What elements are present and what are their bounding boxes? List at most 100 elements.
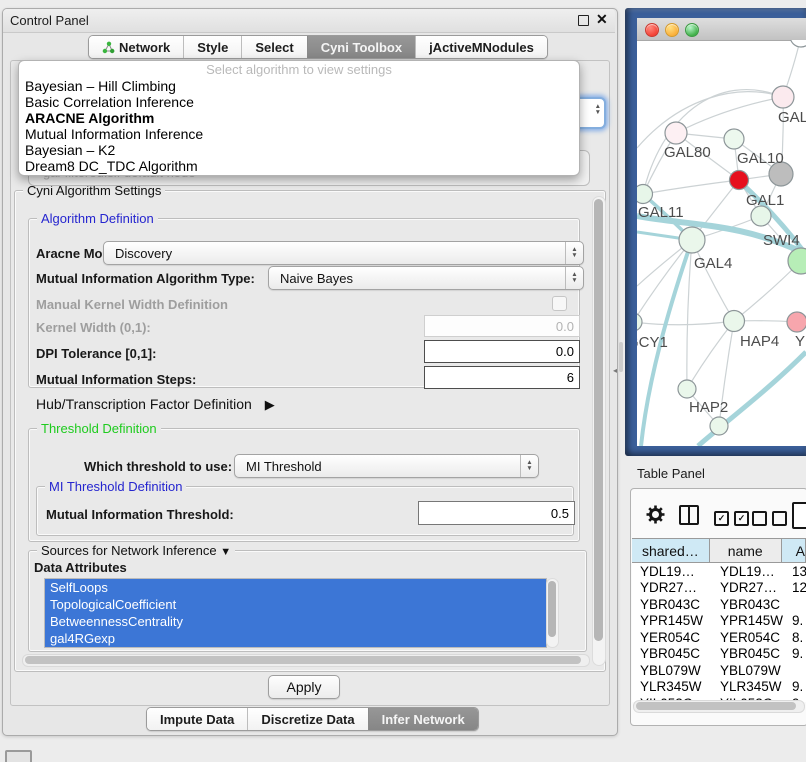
settings-scrollbar[interactable] [592,196,606,666]
attributes-scrollbar-thumb[interactable] [548,581,556,637]
table-row[interactable]: YLR345WYLR345W9. [632,679,806,696]
combo-stepper-icon: ▲▼ [595,104,601,116]
attributes-scrollbar[interactable] [546,578,559,648]
attribute-item-selfloops[interactable]: SelfLoops [45,579,546,596]
network-node[interactable] [665,122,687,144]
settings-hscrollbar[interactable] [22,654,590,667]
node-label-gal1: GAL1 [746,192,784,209]
network-node[interactable] [710,417,728,435]
algorithm-option-bayesian-hill-climbing[interactable]: Bayesian – Hill Climbing [19,78,579,94]
network-edge[interactable] [687,321,734,389]
table-row[interactable]: YBR045CYBR045C9. [632,646,806,663]
export-table-icon[interactable] [792,502,806,529]
table-cell: YBR045C [632,646,712,663]
mi-type-combobox[interactable]: Naive Bayes ▲▼ [268,266,584,290]
table-cell: YBR043C [712,596,786,613]
dpi-tolerance-field[interactable]: 0.0 [424,340,580,363]
settings-hscrollbar-thumb[interactable] [25,656,581,664]
settings-scrollbar-thumb[interactable] [594,199,603,641]
tab-cyni-toolbox[interactable]: Cyni Toolbox [307,36,415,58]
algorithm-option-aracne-algorithm[interactable]: ARACNE Algorithm [19,110,579,126]
table-row[interactable]: YPR145WYPR145W9. [632,613,806,630]
table-row[interactable]: YBL079WYBL079W [632,662,806,679]
network-window-titlebar[interactable] [637,18,806,41]
data-attributes-list[interactable]: SelfLoopsTopologicalCoefficientBetweenne… [44,578,547,648]
table-row[interactable]: YDL19…YDL19…13 [632,563,806,580]
hide-columns-icon[interactable] [752,511,787,526]
network-node[interactable] [678,380,696,398]
algorithm-option-mutual-information-inference[interactable]: Mutual Information Inference [19,126,579,142]
float-window-icon[interactable] [578,15,589,26]
table-cell: YBL079W [712,662,786,679]
table-hscrollbar-thumb[interactable] [636,702,796,710]
tab-network[interactable]: Network [89,36,183,58]
kernel-width-field[interactable]: 0.0 [424,315,580,337]
minimized-panel-button[interactable] [5,750,32,762]
attribute-item-topologicalcoefficient[interactable]: TopologicalCoefficient [45,596,546,613]
network-edge[interactable] [692,240,734,321]
which-threshold-combobox[interactable]: MI Threshold ▲▼ [234,454,539,478]
aracne-mode-combobox[interactable]: Discovery ▲▼ [103,241,584,265]
attribute-item-gal4rgexp[interactable]: gal4RGexp [45,630,546,647]
control-panel-titlebar[interactable] [3,9,615,33]
mi-steps-field[interactable]: 6 [424,366,580,389]
mac-zoom-button[interactable] [685,23,699,37]
tab-style[interactable]: Style [183,36,241,58]
tab-select[interactable]: Select [241,36,306,58]
tab-impute-data[interactable]: Impute Data [147,708,247,730]
network-node[interactable] [787,312,806,332]
tab-jactivemnodules[interactable]: jActiveMNodules [415,36,547,58]
algorithm-dropdown-popup: Select algorithm to view settings Bayesi… [18,60,580,176]
algorithm-option-basic-correlation-inference[interactable]: Basic Correlation Inference [19,94,579,110]
network-edge[interactable] [643,90,783,194]
mac-close-button[interactable] [645,23,659,37]
apply-button[interactable]: Apply [268,675,340,699]
attribute-item-betweennesscentrality[interactable]: BetweennessCentrality [45,613,546,630]
network-node[interactable] [724,129,744,149]
table-row[interactable]: YER054CYER054C8. [632,629,806,646]
show-columns-icon[interactable]: ✓✓ [714,511,749,526]
network-node[interactable] [679,227,705,253]
network-edge[interactable] [676,97,783,133]
table-row[interactable]: YBR043CYBR043C [632,596,806,613]
mac-minimize-button[interactable] [665,23,679,37]
network-node[interactable] [772,86,794,108]
table-row[interactable]: YDR27…YDR27…12 [632,580,806,597]
table-cell: YBR045C [712,646,786,663]
hub-definition-expander[interactable]: Hub/Transcription Factor Definition ▶ [36,396,275,413]
network-canvas[interactable]: GALGAL80GAL10GAL1GAL11SWI4GAL4GCY1HAP4YH… [637,40,806,446]
algorithm-option-bayesian-k2[interactable]: Bayesian – K2 [19,142,579,158]
network-edge[interactable] [687,240,692,389]
network-edge[interactable] [637,92,783,148]
table-panel-title: Table Panel [637,466,705,481]
split-columns-icon[interactable] [679,505,699,525]
column-header-name[interactable]: name [710,539,782,562]
mi-threshold-group-title: MI Threshold Definition [45,479,186,494]
table-hscrollbar[interactable] [633,700,805,713]
manual-kernel-checkbox[interactable] [552,296,567,311]
network-node[interactable] [730,171,749,190]
splitter-collapse-handle[interactable]: ◂ [613,366,617,375]
network-edge[interactable] [637,240,692,322]
network-node[interactable] [724,311,745,332]
tab-infer-network[interactable]: Infer Network [368,708,478,730]
close-panel-icon[interactable]: ✕ [596,11,608,28]
column-header-a[interactable]: A [782,539,806,562]
network-node[interactable] [788,248,806,274]
column-header-shared-[interactable]: shared… [632,539,710,562]
algorithm-option-dream8-dc-tdc-algorithm[interactable]: Dream8 DC_TDC Algorithm [19,158,579,174]
expander-expanded-icon[interactable]: ▼ [220,546,231,558]
network-node[interactable] [790,40,806,47]
mi-threshold-field[interactable]: 0.5 [418,501,575,525]
table-settings-gear-icon[interactable] [646,505,665,529]
network-node[interactable] [637,185,653,204]
dpi-tolerance-label: DPI Tolerance [0,1]: [36,346,156,361]
network-edge[interactable] [643,180,739,194]
splitter-scroll-fragment[interactable] [619,342,623,372]
tab-discretize-data[interactable]: Discretize Data [247,708,367,730]
network-edge[interactable] [637,321,734,325]
sources-group-title: Sources for Network Inference ▼ [37,543,235,558]
network-node[interactable] [637,313,642,331]
combo-stepper-icon: ▲▼ [565,267,583,289]
network-node[interactable] [751,206,771,226]
